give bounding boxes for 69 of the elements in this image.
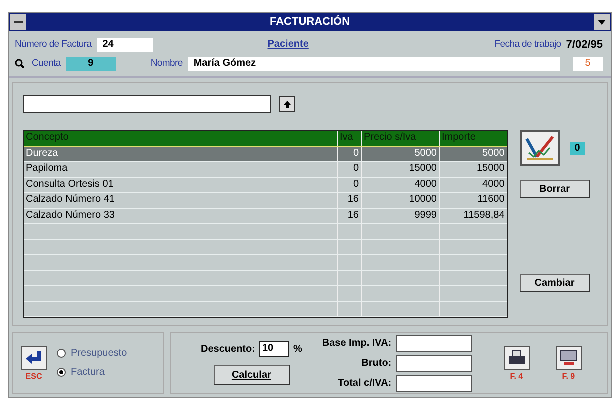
table-cell-text: 5000 bbox=[482, 146, 506, 160]
concept-field[interactable] bbox=[23, 95, 271, 113]
printer-button[interactable] bbox=[504, 346, 530, 370]
date-text: 7/02/95 bbox=[566, 38, 603, 50]
key-label: ESC bbox=[26, 372, 42, 380]
table-row[interactable]: Calzado Número 41 16 10000 11600 bbox=[24, 193, 507, 208]
table-cell: Calzado Número 41 bbox=[24, 193, 338, 208]
table-cell: Papiloma bbox=[24, 162, 338, 176]
table-row[interactable]: Calzado Número 33 16 9999 11598,84 bbox=[24, 208, 507, 224]
table-cell-text: 11598,84 bbox=[462, 208, 506, 222]
table-cell: Calzado Número 33 bbox=[24, 208, 338, 223]
column-header: Iva bbox=[338, 131, 362, 146]
table-cell: 0 bbox=[338, 162, 362, 176]
name-field[interactable]: María Gómez bbox=[188, 56, 560, 70]
radio-option[interactable]: Presupuesto bbox=[57, 348, 128, 359]
printer-icon bbox=[506, 348, 527, 366]
total-label: Bruto: bbox=[362, 358, 392, 368]
column-header: Concepto bbox=[24, 131, 338, 146]
date-label: Fecha de trabajo bbox=[494, 39, 562, 50]
radio-option[interactable]: Factura bbox=[57, 367, 128, 378]
table-cell: Consulta Ortesis 01 bbox=[24, 178, 338, 192]
monitor-icon bbox=[558, 348, 579, 366]
search-icon[interactable] bbox=[15, 58, 25, 68]
patient-title: Paciente bbox=[268, 39, 309, 50]
table-cell-text: 11600 bbox=[476, 193, 506, 207]
column-header: Importe bbox=[441, 131, 477, 145]
table-cell-text: 4000 bbox=[482, 178, 506, 192]
table-cell: 0 bbox=[338, 146, 362, 161]
table-cell: 0 bbox=[338, 178, 362, 192]
window-title: FACTURACIÓN bbox=[270, 16, 350, 28]
minimize-button[interactable] bbox=[594, 14, 610, 30]
delete-button[interactable]: Borrar bbox=[520, 180, 590, 198]
table-cell: 10000 bbox=[362, 193, 440, 208]
table-cell: 4000 bbox=[362, 178, 440, 192]
column-header: Precio s/Iva bbox=[362, 131, 440, 146]
table-row[interactable]: Dureza 0 5000 5000 bbox=[24, 146, 507, 162]
total-label: Total c/IVA: bbox=[338, 378, 392, 388]
table-row[interactable]: Consulta Ortesis 01 0 4000 4000 bbox=[24, 178, 507, 193]
discount-field[interactable]: 10 bbox=[259, 341, 290, 357]
return-arrow-icon bbox=[24, 348, 44, 366]
caret-icon bbox=[598, 20, 606, 24]
arrow-up-button[interactable] bbox=[279, 96, 295, 112]
counter-field: 5 bbox=[573, 56, 603, 70]
key-label: F. 4 bbox=[510, 372, 524, 380]
monitor-button[interactable] bbox=[556, 346, 582, 370]
table-cell: 16 bbox=[338, 193, 362, 208]
percent-sign: % bbox=[293, 344, 302, 354]
count-badge: 0 bbox=[570, 142, 586, 154]
table-cell: 16 bbox=[338, 208, 362, 223]
key-label: F. 9 bbox=[562, 372, 576, 380]
table-row[interactable]: Papiloma 0 15000 15000 bbox=[24, 162, 507, 178]
name-label: Nombre bbox=[150, 58, 183, 69]
account-field[interactable]: 9 bbox=[66, 56, 116, 70]
total-label: Base Imp. IVA: bbox=[322, 338, 392, 348]
arrow-up-icon bbox=[284, 100, 290, 108]
table-cell: 9999 bbox=[362, 208, 440, 223]
discount-label: Descuento: bbox=[201, 344, 256, 354]
system-menu-button[interactable] bbox=[10, 14, 26, 30]
table-cell-text: 15000 bbox=[476, 162, 506, 176]
change-button[interactable]: Cambiar bbox=[520, 274, 590, 292]
invoice-label: Número de Factura bbox=[15, 39, 92, 50]
invoice-number-field[interactable]: 24 bbox=[96, 38, 153, 52]
table-cell: Dureza bbox=[24, 146, 338, 161]
return-button[interactable] bbox=[21, 346, 47, 370]
calculate-button[interactable]: Calcular bbox=[214, 365, 290, 385]
account-label: Cuenta bbox=[32, 58, 61, 69]
chart-icon bbox=[522, 133, 557, 163]
table-cell: 5000 bbox=[362, 146, 440, 161]
table-cell: 15000 bbox=[362, 162, 440, 176]
